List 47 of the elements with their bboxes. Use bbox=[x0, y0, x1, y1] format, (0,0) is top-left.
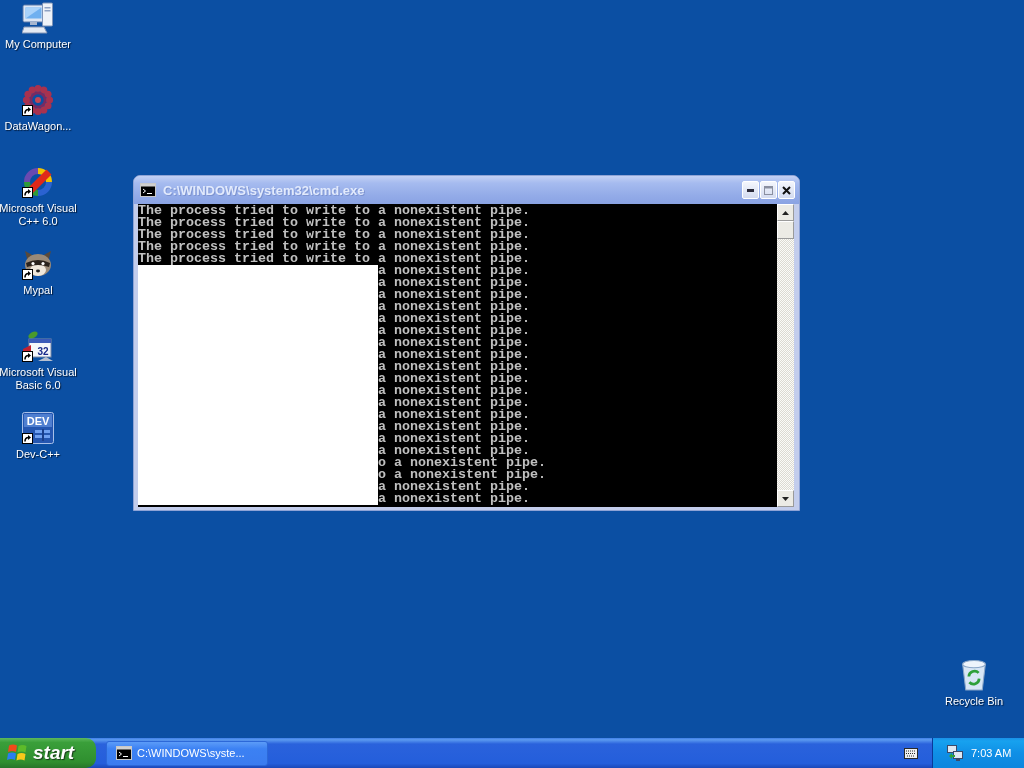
console-line: a nonexistent pipe. bbox=[377, 421, 531, 433]
window-title: C:\WINDOWS\system32\cmd.exe bbox=[163, 182, 366, 198]
desktop-icon-label[interactable]: Microsoft Visual C++ 6.0 bbox=[0, 202, 78, 228]
console-line: a nonexistent pipe. bbox=[377, 493, 531, 505]
keyboard-icon[interactable] bbox=[904, 747, 918, 759]
maximize-icon bbox=[764, 185, 773, 195]
desktop-icon-label[interactable]: Microsoft Visual Basic 6.0 bbox=[0, 366, 78, 392]
console-line: a nonexistent pipe. bbox=[377, 325, 531, 337]
console-icon bbox=[116, 746, 132, 760]
caret-up-icon bbox=[782, 210, 789, 215]
console-line: a nonexistent pipe. bbox=[377, 373, 531, 385]
console-icon bbox=[140, 183, 156, 197]
minimize-icon bbox=[747, 188, 754, 192]
start-button[interactable]: start bbox=[0, 738, 96, 768]
console-line: The process tried to write to a nonexistent pipe. bbox=[138, 229, 531, 241]
console-line: a nonexistent pipe. bbox=[377, 337, 531, 349]
network-icon[interactable] bbox=[947, 745, 963, 761]
console-line: a nonexistent pipe. bbox=[377, 397, 531, 409]
console-line: a nonexistent pipe. bbox=[377, 433, 531, 445]
console-line: a nonexistent pipe. bbox=[377, 361, 531, 373]
console-line: a nonexistent pipe. bbox=[377, 409, 531, 421]
console-line: a nonexistent pipe. bbox=[377, 301, 531, 313]
console-line: The process tried to write to a nonexistent pipe. bbox=[138, 217, 531, 229]
console-line: a nonexistent pipe. bbox=[377, 445, 530, 457]
console-line: a nonexistent pipe. bbox=[377, 481, 530, 493]
windows-logo-icon bbox=[7, 743, 27, 763]
desktop-icon-label[interactable]: Dev-C++ bbox=[16, 448, 60, 461]
desktop-icon-label[interactable]: DataWagon... bbox=[4, 120, 72, 133]
close-icon bbox=[782, 185, 791, 195]
console-line: a nonexistent pipe. bbox=[377, 265, 531, 277]
desktop-icon-label[interactable]: Recycle Bin bbox=[944, 695, 1004, 708]
computer-icon[interactable] bbox=[22, 2, 54, 34]
desktop-icon-label[interactable]: My Computer bbox=[5, 38, 71, 51]
console-line: o a nonexistent pipe. bbox=[377, 469, 546, 481]
taskbar-button[interactable]: C:\WINDOWS\syste... bbox=[106, 740, 268, 766]
clock-time: 7:03 AM bbox=[971, 747, 1012, 759]
desktop-icon-label[interactable]: Mypal bbox=[23, 284, 53, 297]
console-line: o a nonexistent pipe. bbox=[377, 457, 546, 469]
console-line: a nonexistent pipe. bbox=[377, 349, 531, 361]
console-line: a nonexistent pipe. bbox=[377, 313, 531, 325]
console-line: The process tried to write to a nonexistent pipe. bbox=[138, 253, 531, 265]
console-line: a nonexistent pipe. bbox=[377, 289, 531, 301]
caret-down-icon bbox=[782, 496, 789, 501]
console-line: a nonexistent pipe. bbox=[377, 385, 531, 397]
console-line: a nonexistent pipe. bbox=[377, 277, 531, 289]
console-line: The process tried to write to a nonexistent pipe. bbox=[138, 241, 531, 253]
console-line: The process tried to write to a nonexistent pipe. bbox=[138, 205, 531, 217]
